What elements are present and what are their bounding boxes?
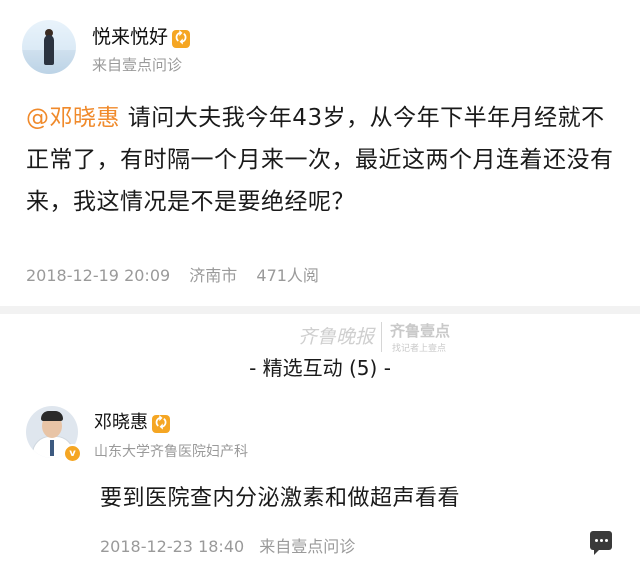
question-location: 济南市 [189,266,238,285]
question-source: 来自壹点问诊 [92,56,183,74]
doctor-name-text: 邓晓惠 [94,412,148,433]
verified-icon: v [63,444,82,463]
comment-dot [600,539,603,542]
comment-dot [595,539,598,542]
question-timestamp: 2018-12-19 20:09 [26,266,171,285]
question-meta: 2018-12-19 20:09 济南市 471人阅 [26,262,333,286]
watermark-brand: 齐鲁壹点 [390,322,451,340]
mention-link[interactable]: @邓晓惠 [26,105,120,131]
doctor-badge-icon: 🗘 [152,415,170,433]
question-views: 471人阅 [256,266,319,285]
doctor-name[interactable]: 邓晓惠 🗘 [94,408,170,434]
answer-timestamp: 2018-12-23 18:40 [100,537,245,556]
avatar-figure-body [44,35,54,65]
user-badge-icon: 🗘 [172,30,191,48]
section-title: - 精选互动 (5) - [249,356,391,380]
answer-text: 要到医院查内分泌激素和做超声看看 [100,486,461,511]
answer-meta: 2018-12-23 18:40 来自壹点问诊 [100,533,365,557]
avatar-tie [50,440,54,456]
username-text: 悦来悦好 [92,26,169,48]
watermark-separator [381,322,382,352]
comment-dot [605,539,608,542]
avatar-hair [41,411,63,421]
watermark-script: 齐鲁晚报 [298,326,375,348]
doctor-department: 山东大学齐鲁医院妇产科 [94,444,248,460]
username[interactable]: 悦来悦好 🗘 [92,22,191,49]
section-divider [0,306,640,314]
answer-source: 来自壹点问诊 [259,537,356,556]
question-text: @邓晓惠 请问大夫我今年43岁，从今年下半年月经就不正常了，有时隔一个月来一次，… [26,97,626,223]
comment-icon[interactable] [590,531,612,555]
user-avatar[interactable] [22,20,76,74]
